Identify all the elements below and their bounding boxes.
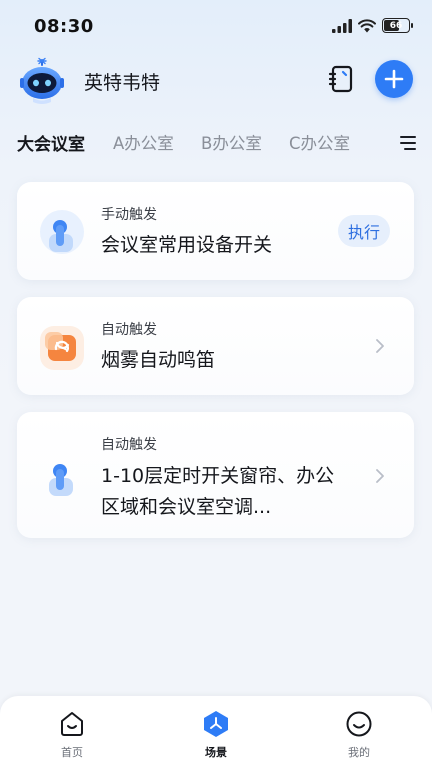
tab-meeting-room[interactable]: 大会议室: [17, 130, 85, 155]
nav-profile[interactable]: 我的: [329, 710, 389, 760]
scene-trigger: 自动触发: [101, 437, 157, 453]
chevron-right-icon[interactable]: [374, 338, 386, 354]
home-icon: [58, 710, 86, 738]
robot-avatar-icon[interactable]: [17, 56, 67, 106]
tab-office-a[interactable]: A办公室: [113, 130, 174, 154]
header: 英特韦特: [0, 54, 432, 108]
plus-icon: [384, 69, 404, 89]
status-time: 08:30: [34, 16, 94, 37]
battery-icon: 66: [382, 18, 413, 33]
tab-office-c[interactable]: C办公室: [289, 130, 350, 154]
scene-title: 烟雾自动鸣笛: [101, 349, 216, 371]
status-icons: 66: [332, 18, 413, 33]
hand-touch-icon: [37, 208, 87, 258]
signal-icon: [332, 18, 352, 33]
scene-title: 1-10层定时开关窗帘、办公区域和会议室空调...: [101, 465, 335, 518]
device-panel-button[interactable]: [326, 64, 356, 94]
nav-profile-label: 我的: [348, 746, 370, 759]
scene-card[interactable]: 手动触发 会议室常用设备开关 执行: [17, 182, 414, 280]
battery-text: 66: [389, 20, 403, 31]
profile-icon: [345, 710, 373, 738]
wifi-icon: [358, 18, 376, 32]
scene-trigger: 手动触发: [101, 207, 157, 223]
hand-touch-icon: [37, 452, 87, 502]
scene-title: 会议室常用设备开关: [101, 234, 273, 256]
chevron-right-icon[interactable]: [374, 468, 386, 484]
bottom-nav: 首页 场景 我的: [0, 696, 432, 768]
tab-office-b[interactable]: B办公室: [201, 130, 262, 154]
device-panel-icon: [328, 65, 353, 93]
nav-home[interactable]: 首页: [42, 710, 102, 760]
menu-icon[interactable]: [394, 132, 416, 154]
nav-home-label: 首页: [61, 746, 83, 759]
home-name[interactable]: 英特韦特: [84, 68, 160, 95]
status-bar: 08:30 66: [0, 0, 432, 54]
nav-scene-label: 场景: [205, 746, 227, 759]
scene-icon: [202, 710, 230, 738]
scene-trigger: 自动触发: [101, 322, 157, 338]
run-button[interactable]: 执行: [338, 215, 390, 247]
nav-scene[interactable]: 场景: [186, 710, 246, 760]
room-tabs: 大会议室 A办公室 B办公室 C办公室: [0, 124, 432, 160]
add-scene-button[interactable]: [375, 60, 413, 98]
smoke-alarm-icon: [37, 323, 87, 373]
scene-card[interactable]: 自动触发 1-10层定时开关窗帘、办公区域和会议室空调...: [17, 412, 414, 538]
scene-card[interactable]: 自动触发 烟雾自动鸣笛: [17, 297, 414, 395]
